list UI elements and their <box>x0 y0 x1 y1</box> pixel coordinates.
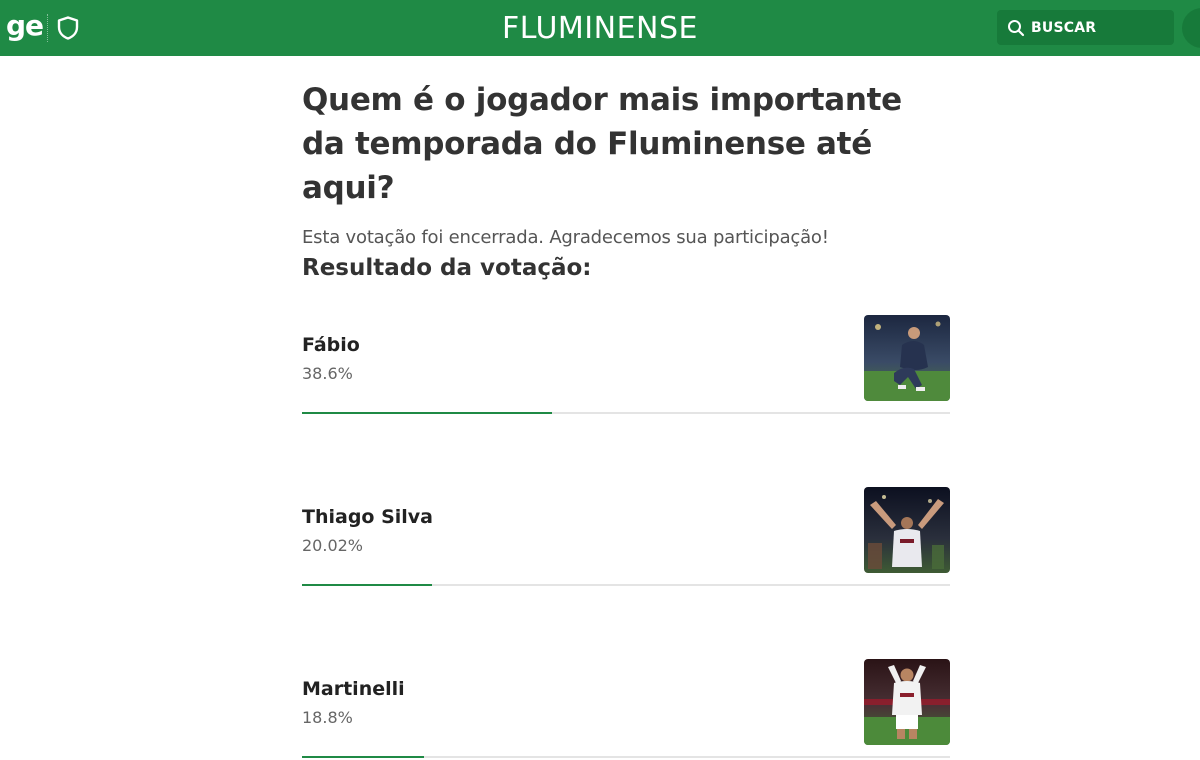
player-photo <box>864 487 950 573</box>
result-bar-fill <box>302 412 553 414</box>
poll-question: Quem é o jogador mais importante da temp… <box>302 82 902 206</box>
option-name: Thiago Silva <box>302 506 434 528</box>
option-percent: 18.8% <box>302 708 353 727</box>
player-photo <box>864 659 950 745</box>
player-photo <box>864 315 950 401</box>
result-bar-track <box>302 756 950 758</box>
search-label: BUSCAR <box>1031 19 1097 36</box>
search-icon <box>1008 19 1025 36</box>
search-button[interactable]: BUSCAR <box>997 10 1174 45</box>
poll-header: Quem é o jogador mais importante da temp… <box>302 78 950 248</box>
poll-option: Fábio 38.6% <box>302 315 950 417</box>
result-bar-track <box>302 412 950 414</box>
option-name: Fábio <box>302 334 360 356</box>
result-bar-track <box>302 584 950 586</box>
result-bar-fill <box>302 584 432 586</box>
poll-status: Esta votação foi encerrada. Agradecemos … <box>302 227 829 248</box>
poll-option: Martinelli 18.8% <box>302 659 950 760</box>
poll-option: Thiago Silva 20.02% <box>302 487 950 589</box>
result-bar-fill <box>302 756 424 758</box>
option-percent: 38.6% <box>302 364 353 383</box>
option-percent: 20.02% <box>302 536 364 555</box>
top-navigation-bar: ge FLUMINENSE BUSCAR <box>0 0 1200 56</box>
option-name: Martinelli <box>302 678 405 700</box>
results-heading: Resultado da votação: <box>302 255 592 281</box>
